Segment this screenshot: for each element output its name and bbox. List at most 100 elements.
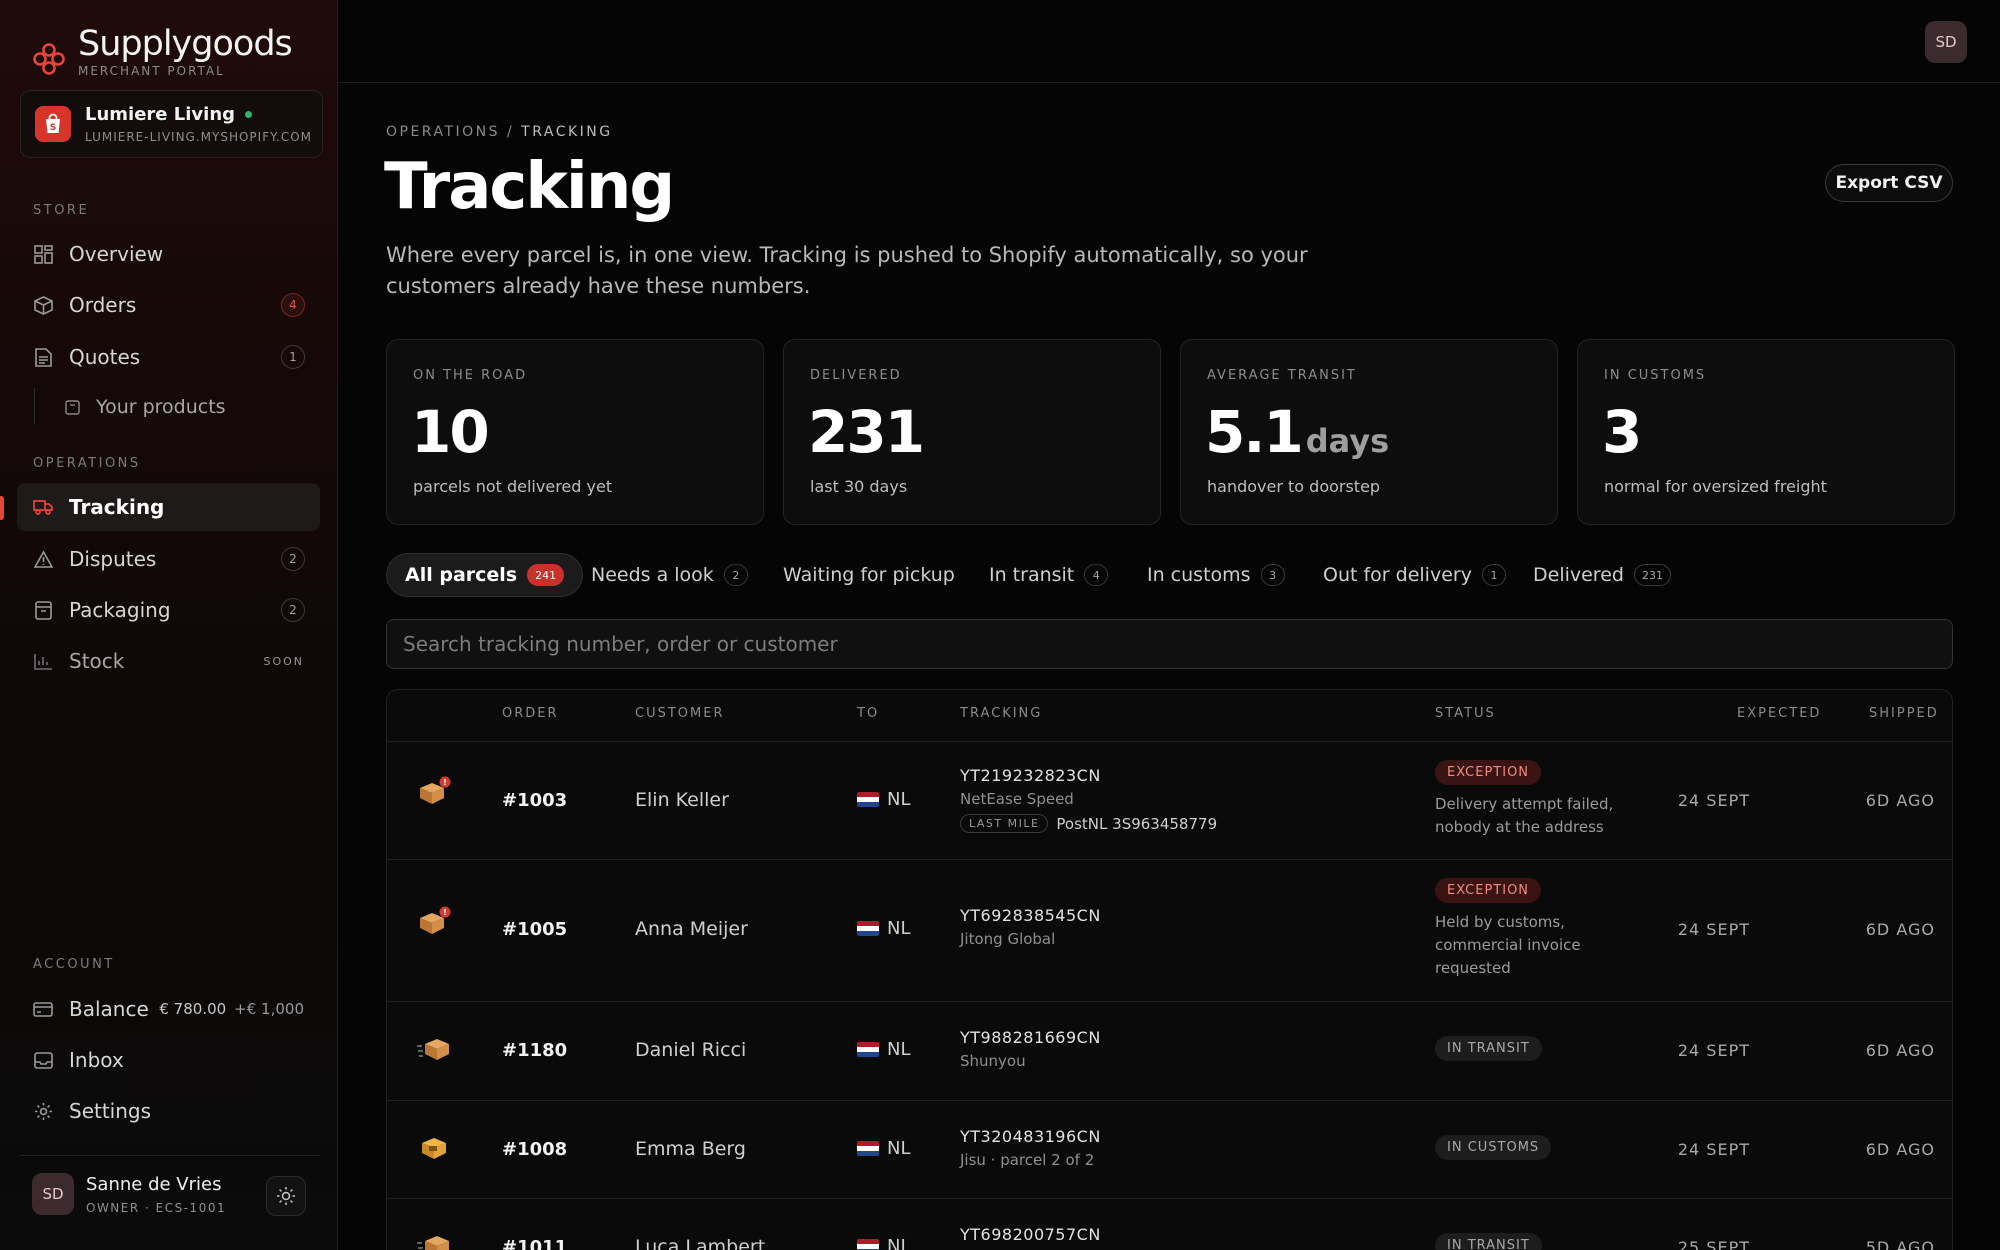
order-number[interactable]: #1003	[502, 790, 567, 811]
export-csv-button[interactable]: Export CSV	[1825, 164, 1953, 202]
tracking-number[interactable]: YT988281669CN	[960, 1028, 1101, 1047]
column-header-customer[interactable]: CUSTOMER	[635, 706, 724, 721]
sidebar-item-inbox[interactable]: Inbox	[17, 1036, 320, 1084]
column-header-order[interactable]: ORDER	[502, 706, 559, 721]
expected-date: 24 SEPT	[1677, 1140, 1750, 1159]
tab-in-customs[interactable]: In customs 3	[1147, 553, 1285, 597]
order-number[interactable]: #1008	[502, 1139, 567, 1160]
table-row[interactable]: ! #1003 Elin Keller NL YT219232823CN Net…	[387, 742, 1952, 860]
expected-date: 24 SEPT	[1677, 1041, 1750, 1060]
status-badge: EXCEPTION	[1435, 760, 1542, 785]
package-icon	[64, 399, 80, 415]
table-row[interactable]: ! #1005 Anna Meijer NL YT692838545CN Jit…	[387, 860, 1952, 1002]
package-customs-icon	[422, 1138, 446, 1159]
breadcrumb-parent[interactable]: OPERATIONS	[386, 124, 500, 140]
sidebar-item-label: Balance	[69, 997, 149, 1021]
tab-delivered[interactable]: Delivered 231	[1533, 553, 1671, 597]
stat-value: 10	[411, 398, 490, 466]
sidebar-item-overview[interactable]: Overview	[17, 230, 320, 278]
stat-label: DELIVERED	[810, 368, 902, 383]
status-badge: IN CUSTOMS	[1435, 1135, 1552, 1160]
stat-value: 231	[808, 398, 925, 466]
table-row[interactable]: #1011 Luca Lambert NL YT698200757CN IN T…	[387, 1199, 1952, 1250]
brand[interactable]: Supplygoods MERCHANT PORTAL	[32, 22, 293, 78]
sidebar-item-your-products[interactable]: Your products	[48, 383, 318, 431]
store-domain: LUMIERE-LIVING.MYSHOPIFY.COM	[85, 130, 312, 144]
sidebar-item-settings[interactable]: Settings	[17, 1087, 320, 1135]
sidebar-item-tracking[interactable]: Tracking	[17, 483, 320, 531]
tab-label: In customs	[1147, 564, 1251, 586]
warning-icon	[33, 549, 53, 569]
order-number[interactable]: #1011	[502, 1237, 567, 1250]
avatar: SD	[32, 1173, 74, 1215]
tab-count: 3	[1260, 564, 1285, 586]
stat-label: IN CUSTOMS	[1604, 368, 1707, 383]
sidebar-item-orders[interactable]: Orders 4	[17, 281, 320, 329]
column-header-expected[interactable]: EXPECTED	[1737, 706, 1821, 721]
table-row[interactable]: #1008 Emma Berg NL YT320483196CN Jisu · …	[387, 1101, 1952, 1199]
user-menu[interactable]: SD Sanne de Vries OWNER · ECS-1001	[32, 1173, 226, 1215]
stat-note: normal for oversized freight	[1604, 477, 1827, 496]
tab-in-transit[interactable]: In transit 4	[989, 553, 1109, 597]
section-label-store: STORE	[33, 203, 90, 218]
customer-name: Elin Keller	[635, 789, 729, 811]
sidebar-item-stock[interactable]: Stock SOON	[17, 637, 320, 685]
carrier-name: Shunyou	[960, 1052, 1026, 1070]
status-badge: IN TRANSIT	[1435, 1233, 1542, 1250]
grid-icon	[33, 244, 53, 264]
tab-out-for-delivery[interactable]: Out for delivery 1	[1323, 553, 1506, 597]
customer-name: Daniel Ricci	[635, 1039, 747, 1061]
table-row[interactable]: #1180 Daniel Ricci NL YT988281669CN Shun…	[387, 1002, 1952, 1101]
svg-text:S: S	[50, 123, 56, 133]
divider	[20, 1155, 320, 1156]
tab-needs-a-look[interactable]: Needs a look 2	[591, 553, 748, 597]
tracking-number[interactable]: YT320483196CN	[960, 1127, 1101, 1146]
sidebar-item-label: Packaging	[69, 598, 171, 622]
sidebar-item-label: Tracking	[69, 495, 165, 519]
sidebar-item-balance[interactable]: Balance € 780.00 +€ 1,000	[17, 985, 320, 1033]
breadcrumb: OPERATIONS / TRACKING	[386, 124, 613, 140]
sidebar-item-packaging[interactable]: Packaging 2	[17, 586, 320, 634]
online-status-dot	[245, 111, 253, 118]
orders-count-badge: 4	[281, 293, 305, 317]
last-mile-tracking[interactable]: PostNL 3S963458779	[1056, 815, 1217, 833]
stat-label: AVERAGE TRANSIT	[1207, 368, 1357, 383]
column-header-tracking[interactable]: TRACKING	[960, 706, 1042, 721]
order-number[interactable]: #1005	[502, 919, 567, 940]
search-input[interactable]	[386, 619, 1953, 669]
shipped-ago: 6D AGO	[1865, 1140, 1935, 1159]
order-number[interactable]: #1180	[502, 1040, 567, 1061]
carrier-name: Jisu · parcel 2 of 2	[960, 1151, 1095, 1169]
bar-chart-icon	[33, 651, 53, 671]
customer-name: Luca Lambert	[635, 1236, 766, 1250]
sidebar-item-disputes[interactable]: Disputes 2	[17, 535, 320, 583]
card-icon	[33, 999, 53, 1019]
tracking-number[interactable]: YT692838545CN	[960, 906, 1101, 925]
sidebar-item-quotes[interactable]: Quotes 1	[17, 333, 320, 381]
stat-card-in-customs: IN CUSTOMS 3 normal for oversized freigh…	[1577, 339, 1955, 525]
parcels-table: ORDER CUSTOMER TO TRACKING STATUS EXPECT…	[386, 689, 1953, 1250]
stat-note: last 30 days	[810, 477, 908, 496]
tab-count: 1	[1481, 564, 1506, 586]
disputes-count-badge: 2	[281, 547, 305, 571]
column-header-shipped[interactable]: SHIPPED	[1869, 706, 1939, 721]
tracking-number[interactable]: YT698200757CN	[960, 1225, 1101, 1244]
gear-icon	[33, 1101, 53, 1121]
status-note: Delivery attempt failed, nobody at the a…	[1435, 795, 1614, 836]
destination-country: NL	[887, 1138, 911, 1159]
avatar[interactable]: SD	[1925, 21, 1967, 63]
sidebar-item-label: Settings	[69, 1099, 152, 1123]
quotes-count-badge: 1	[281, 345, 305, 369]
tab-all-parcels[interactable]: All parcels 241	[386, 553, 584, 597]
column-header-status[interactable]: STATUS	[1435, 706, 1496, 721]
tab-waiting-for-pickup[interactable]: Waiting for pickup	[783, 553, 955, 597]
page-description: Where every parcel is, in one view. Trac…	[386, 243, 1308, 298]
destination-country: NL	[887, 918, 911, 939]
tracking-number[interactable]: YT219232823CN	[960, 766, 1217, 785]
theme-toggle-button[interactable]	[266, 1176, 306, 1216]
inbox-icon	[33, 1050, 53, 1070]
column-header-to[interactable]: TO	[857, 706, 879, 721]
breadcrumb-current: TRACKING	[521, 124, 613, 140]
store-switcher[interactable]: S Lumiere Living LUMIERE-LIVING.MYSHOPIF…	[20, 90, 323, 158]
store-name: Lumiere Living	[85, 104, 236, 125]
